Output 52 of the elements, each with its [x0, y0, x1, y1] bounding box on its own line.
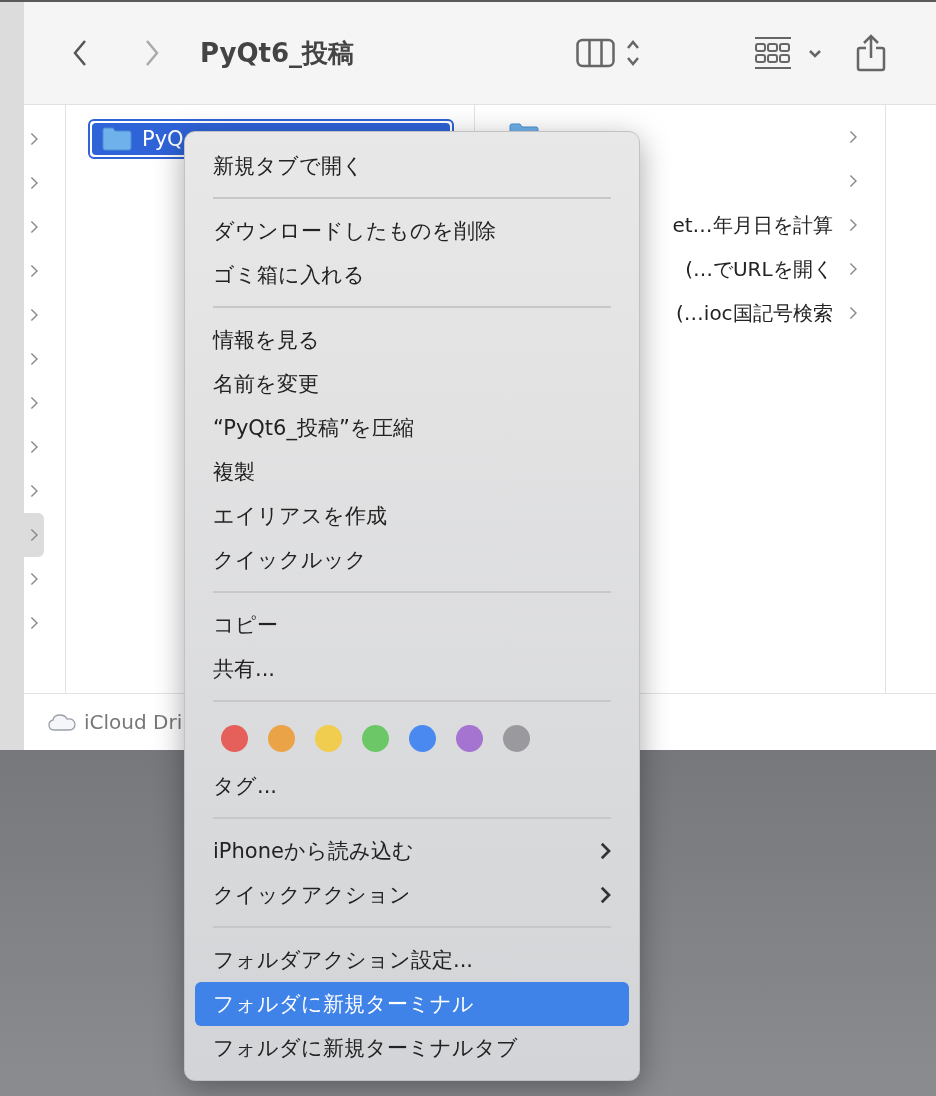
menu-item[interactable]: クイックルック: [195, 538, 629, 582]
chevron-right-icon: [29, 484, 39, 498]
menu-item[interactable]: 情報を見る: [195, 318, 629, 362]
cloud-icon: [48, 713, 76, 731]
menu-item[interactable]: ゴミ箱に入れる: [195, 253, 629, 297]
menu-item[interactable]: 新規タブで開く: [195, 144, 629, 188]
chevron-right-icon: [29, 264, 39, 278]
menu-item[interactable]: 複製: [195, 450, 629, 494]
chevron-right-icon: [29, 176, 39, 190]
menu-item[interactable]: フォルダアクション設定...: [195, 938, 629, 982]
chevron-right-icon: [29, 220, 39, 234]
menu-item[interactable]: フォルダに新規ターミナルタブ: [195, 1026, 629, 1070]
tag-dot[interactable]: [221, 724, 248, 752]
sidebar-row[interactable]: [24, 513, 44, 557]
chevron-right-icon: [29, 396, 39, 410]
menu-item[interactable]: クイックアクション: [195, 873, 629, 917]
chevron-right-icon: [29, 572, 39, 586]
share-button[interactable]: [856, 34, 887, 72]
menu-item[interactable]: ダウンロードしたものを削除: [195, 209, 629, 253]
chevron-right-icon: [848, 174, 857, 188]
chevron-right-icon: [29, 440, 39, 454]
window-title: PyQt6_投稿: [200, 36, 355, 70]
menu-item[interactable]: iPhoneから読み込む: [195, 829, 629, 873]
chevron-right-icon: [29, 132, 39, 146]
folder-name: PyQ: [142, 127, 184, 151]
tag-dot[interactable]: [503, 724, 530, 752]
tag-dot[interactable]: [409, 724, 436, 752]
chevron-right-icon: [29, 528, 39, 542]
menu-item[interactable]: エイリアスを作成: [195, 494, 629, 538]
chevron-right-icon: [848, 130, 857, 144]
folder-name: (…ioc国記号検索: [676, 299, 833, 327]
chevron-right-icon: [848, 218, 857, 232]
menu-item[interactable]: コピー: [195, 603, 629, 647]
folder-name: (…でURLを開く: [685, 255, 833, 283]
tag-dot[interactable]: [362, 724, 389, 752]
chevron-right-icon: [29, 616, 39, 630]
path-label[interactable]: iCloud Dri: [84, 710, 183, 734]
folder-icon: [102, 127, 132, 151]
chevron-right-icon: [848, 262, 857, 276]
menu-item[interactable]: 名前を変更: [195, 362, 629, 406]
menu-item[interactable]: “PyQt6_投稿”を圧縮: [195, 406, 629, 450]
menu-item[interactable]: 共有...: [195, 647, 629, 691]
folder-name: et…年月日を計算: [672, 211, 833, 239]
menu-item[interactable]: フォルダに新規ターミナル: [195, 982, 629, 1026]
tag-dot[interactable]: [315, 724, 342, 752]
chevron-right-icon: [848, 306, 857, 320]
chevron-right-icon: [29, 352, 39, 366]
tag-dot[interactable]: [456, 724, 483, 752]
menu-item[interactable]: タグ...: [195, 764, 629, 808]
folder-icon: [509, 123, 539, 131]
tag-dot[interactable]: [268, 724, 295, 752]
chevron-right-icon: [29, 308, 39, 322]
